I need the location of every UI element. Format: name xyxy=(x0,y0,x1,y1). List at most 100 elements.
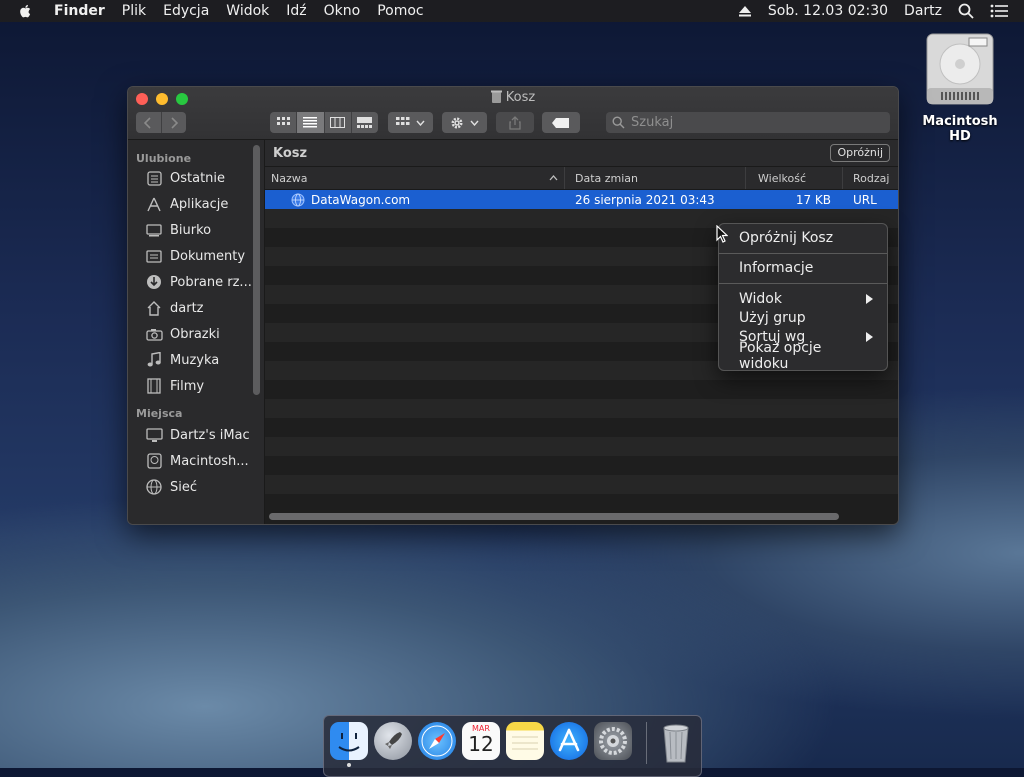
column-name-label: Nazwa xyxy=(271,171,308,185)
apple-menu-icon[interactable] xyxy=(16,3,36,19)
menu-item-label: Pokaż opcje widoku xyxy=(739,339,822,372)
hard-drive-icon[interactable] xyxy=(923,30,997,108)
menu-item-label: Użyj grup xyxy=(739,309,806,326)
notification-center-icon[interactable] xyxy=(990,4,1008,18)
recents-icon xyxy=(145,170,163,186)
dock-trash-icon[interactable] xyxy=(657,722,695,763)
share-button[interactable] xyxy=(496,112,534,133)
dock-launchpad-icon[interactable] xyxy=(374,722,412,760)
empty-row xyxy=(265,475,898,494)
back-button[interactable] xyxy=(136,112,162,133)
film-icon xyxy=(145,378,163,394)
sidebar-item-label: Dokumenty xyxy=(170,248,246,264)
sidebar-item-recents[interactable]: Ostatnie xyxy=(128,165,264,191)
empty-row xyxy=(265,437,898,456)
sidebar-item-label: Aplikacje xyxy=(170,196,229,212)
sidebar-item-music[interactable]: Muzyka xyxy=(128,347,264,373)
column-size-label: Wielkość xyxy=(758,171,807,185)
dock-notes-icon[interactable] xyxy=(506,722,544,760)
group-button[interactable] xyxy=(388,112,433,133)
action-button[interactable] xyxy=(442,112,487,133)
share-icon xyxy=(509,115,521,130)
menu-finder[interactable]: Finder xyxy=(54,3,105,19)
column-view-button[interactable] xyxy=(325,112,352,133)
menu-file[interactable]: Plik xyxy=(122,3,146,19)
empty-trash-button[interactable]: Opróżnij xyxy=(830,144,890,162)
column-kind-label: Rodzaj xyxy=(853,171,890,185)
sidebar-heading-favorites: Ulubione xyxy=(136,152,192,165)
forward-button[interactable] xyxy=(162,112,187,133)
menu-item-label: Widok xyxy=(739,290,782,307)
sidebar-item-label: Macintosh... xyxy=(170,453,249,469)
sidebar-item-network[interactable]: Sieć xyxy=(128,474,264,500)
menu-item-use-groups[interactable]: Użyj grup xyxy=(739,308,873,327)
icon-view-button[interactable] xyxy=(270,112,298,133)
window-title-wrap: Kosz xyxy=(128,90,898,105)
horizontal-scrollbar[interactable] xyxy=(269,513,839,520)
sidebar-item-documents[interactable]: Dokumenty xyxy=(128,243,264,269)
menu-help[interactable]: Pomoc xyxy=(377,3,423,19)
menu-window[interactable]: Okno xyxy=(324,3,361,19)
title-bar[interactable]: Kosz Szukaj xyxy=(128,87,898,140)
sidebar-item-label: Sieć xyxy=(170,479,198,495)
dock-finder-icon[interactable] xyxy=(330,722,368,760)
sidebar-item-applications[interactable]: Aplikacje xyxy=(128,191,264,217)
column-kind-header[interactable]: Rodzaj xyxy=(843,167,898,189)
sidebar-item-label: dartz xyxy=(170,300,204,316)
spotlight-search-icon[interactable] xyxy=(958,3,974,19)
nav-buttons xyxy=(136,112,186,133)
submenu-arrow-icon xyxy=(866,293,873,304)
sidebar-item-downloads[interactable]: Pobrane rz... xyxy=(128,269,264,295)
empty-row xyxy=(265,399,898,418)
search-field[interactable]: Szukaj xyxy=(606,112,890,133)
tag-icon xyxy=(552,117,569,128)
trash-icon xyxy=(663,724,689,763)
column-date-header[interactable]: Data zmian xyxy=(565,167,746,189)
menu-item-view-options[interactable]: Pokaż opcje widoku xyxy=(739,340,873,372)
folder-title: Kosz xyxy=(273,145,308,161)
menu-edit[interactable]: Edycja xyxy=(163,3,209,19)
eject-icon[interactable] xyxy=(738,5,752,17)
dock-system-preferences-icon[interactable] xyxy=(594,722,632,760)
tags-button[interactable] xyxy=(542,112,580,133)
column-headers: Nazwa Data zmian Wielkość Rodzaj xyxy=(265,167,898,190)
menu-user[interactable]: Dartz xyxy=(904,3,942,19)
search-icon xyxy=(612,116,625,129)
sidebar-item-home[interactable]: dartz xyxy=(128,295,264,321)
column-name-header[interactable]: Nazwa xyxy=(265,167,565,189)
list-view-button[interactable] xyxy=(297,112,325,133)
sidebar-item-macintosh-hd[interactable]: Macintosh... xyxy=(128,448,264,474)
disk-icon xyxy=(145,453,163,469)
trash-title-icon xyxy=(490,90,502,103)
menu-view[interactable]: Widok xyxy=(226,3,269,19)
menu-item-view[interactable]: Widok xyxy=(739,289,873,308)
file-size: 17 KB xyxy=(795,192,831,207)
sidebar-scrollbar[interactable] xyxy=(253,145,260,395)
menu-item-info[interactable]: Informacje xyxy=(739,258,873,277)
desktop-macintosh-hd[interactable]: Macintosh HD xyxy=(910,30,1010,144)
menu-item-label: Opróżnij Kosz xyxy=(739,229,834,246)
file-row[interactable]: DataWagon.com 26 sierpnia 2021 03:43 17 … xyxy=(265,190,898,209)
sidebar-item-desktop[interactable]: Biurko xyxy=(128,217,264,243)
file-kind: URL xyxy=(853,192,877,207)
grid-icon xyxy=(276,117,290,125)
context-menu: Opróżnij Kosz Informacje Widok Użyj grup… xyxy=(718,223,888,372)
sidebar-item-imac[interactable]: Dartz's iMac xyxy=(128,422,264,448)
menu-item-label: Informacje xyxy=(739,259,814,276)
dock-safari-icon[interactable] xyxy=(418,722,456,760)
compass-icon xyxy=(421,725,453,757)
menu-clock[interactable]: Sob. 12.03 02:30 xyxy=(768,3,888,19)
menu-item-empty-trash[interactable]: Opróżnij Kosz xyxy=(739,228,873,247)
mouse-pointer-icon xyxy=(716,225,728,243)
menu-go[interactable]: Idź xyxy=(286,3,306,19)
sidebar-item-pictures[interactable]: Obrazki xyxy=(128,321,264,347)
download-icon xyxy=(145,274,163,290)
finder-face-icon xyxy=(338,733,360,752)
list-icon xyxy=(303,117,318,128)
computer-icon xyxy=(145,427,163,443)
sidebar-item-movies[interactable]: Filmy xyxy=(128,373,264,399)
dock-app-store-icon[interactable] xyxy=(550,722,588,760)
gallery-view-button[interactable] xyxy=(352,112,378,133)
column-size-header[interactable]: Wielkość xyxy=(746,167,843,189)
dock-calendar-icon[interactable]: MAR 12 xyxy=(462,722,500,760)
